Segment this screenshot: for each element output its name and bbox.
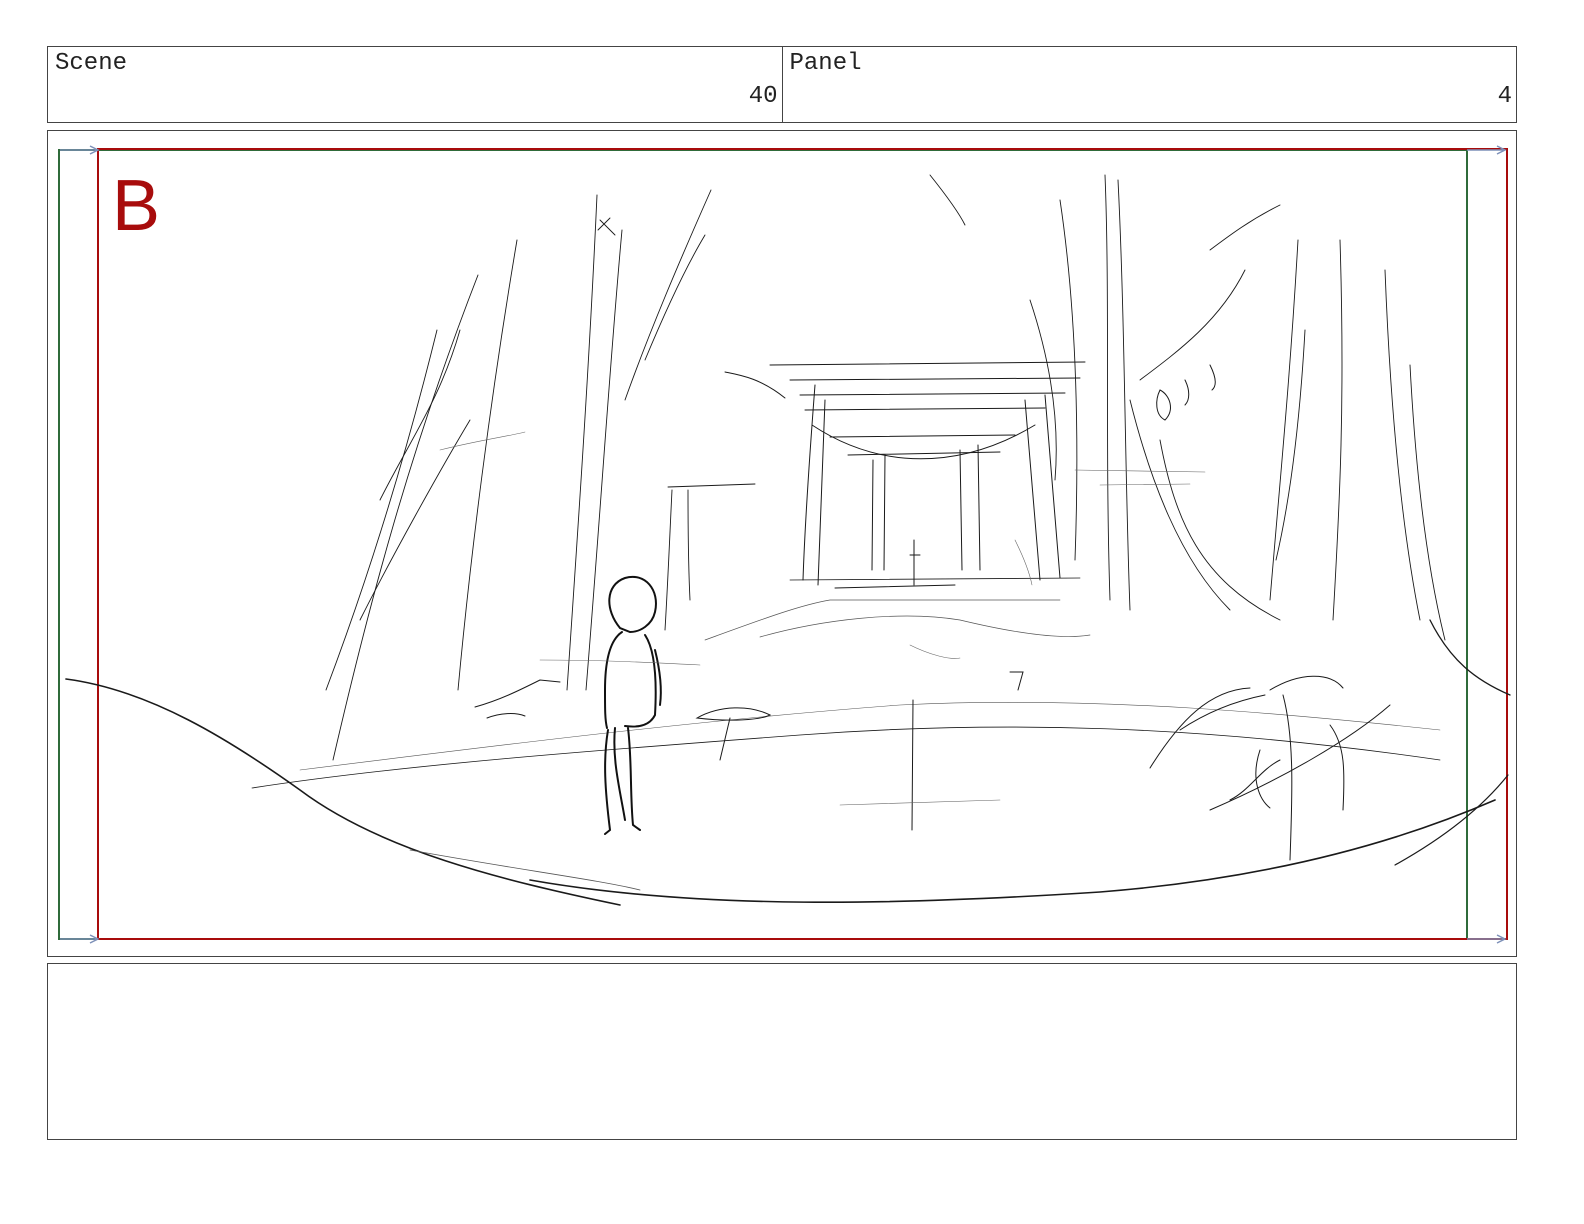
background-sketch-lines — [439, 431, 1206, 806]
torii-gate-sketch-icon — [724, 361, 1086, 589]
ground-sketch — [65, 577, 1511, 906]
end-camera-frame[interactable] — [97, 148, 1508, 940]
notes-box[interactable] — [47, 963, 1517, 1140]
forest-trees-sketch-icon — [325, 174, 1446, 761]
child-figure-sketch-icon — [603, 575, 662, 835]
camera-move-arrow-icon — [60, 145, 1507, 944]
rocks-sketch-icon — [474, 364, 1391, 861]
start-camera-frame[interactable] — [58, 149, 1468, 940]
camera-label: B — [112, 166, 161, 246]
